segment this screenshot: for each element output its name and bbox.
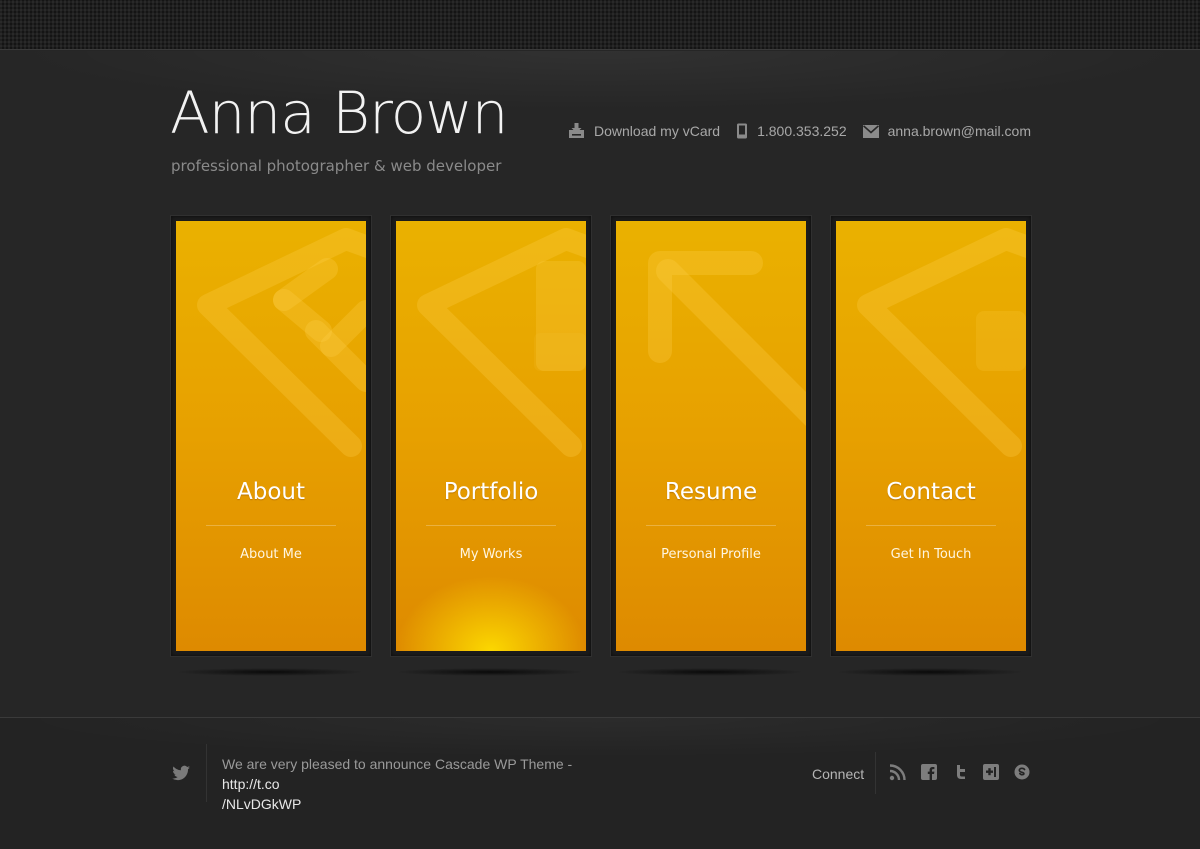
- contact-bar: Download my vCard 1.800.353.252 anna.bro…: [568, 123, 1031, 139]
- tile-resume[interactable]: Resume Personal Profile: [616, 221, 806, 651]
- vcard-label: Download my vCard: [594, 123, 721, 139]
- download-icon: [568, 123, 585, 139]
- email-address: anna.brown@mail.com: [887, 123, 1031, 139]
- latest-tweet: We are very pleased to announce Cascade …: [222, 754, 622, 814]
- footer-glow: [0, 718, 1200, 758]
- tile-subtitle-resume: Personal Profile: [661, 547, 761, 562]
- tile-contact[interactable]: Contact Get In Touch: [836, 221, 1026, 651]
- tile-divider: [646, 525, 776, 526]
- tile-divider: [426, 525, 556, 526]
- tile-shadow: [395, 668, 585, 676]
- footer: We are very pleased to announce Cascade …: [0, 717, 1200, 849]
- phone-icon: [736, 123, 748, 139]
- tweet-link-line2: /NLvDGkWP: [222, 796, 302, 812]
- facebook-icon[interactable]: [920, 763, 938, 781]
- tile-title-contact: Contact: [886, 479, 976, 505]
- phone-number: 1.800.353.252: [757, 123, 847, 139]
- site-tagline: professional photographer & web develope…: [171, 157, 502, 175]
- tweet-link[interactable]: http://t.co/NLvDGkWP: [222, 776, 301, 812]
- rss-icon[interactable]: [889, 763, 907, 781]
- pencil-icon: [197, 228, 366, 457]
- tile-divider: [866, 525, 996, 526]
- tile-frame-portfolio: Portfolio My Works: [390, 215, 592, 657]
- tag-icon: [857, 228, 1026, 457]
- tile-subtitle-about: About Me: [240, 547, 302, 562]
- twitter-icon[interactable]: [951, 763, 969, 781]
- tile-subtitle-contact: Get In Touch: [890, 547, 972, 562]
- tile-shadow: [835, 668, 1025, 676]
- mail-icon: [862, 124, 879, 138]
- tile-subtitle-portfolio: My Works: [459, 547, 523, 562]
- phone-item: 1.800.353.252: [736, 123, 847, 139]
- tile-frame-about: About About Me: [170, 215, 372, 657]
- site-title[interactable]: Anna Brown: [170, 78, 508, 148]
- navigation-tiles: About About Me Portfolio My Works Resume…: [170, 215, 1032, 685]
- tile-portfolio[interactable]: Portfolio My Works: [396, 221, 586, 651]
- tile-shadow: [175, 668, 365, 676]
- email-item[interactable]: anna.brown@mail.com: [862, 123, 1031, 139]
- footer-divider: [875, 752, 876, 794]
- tile-shadow: [615, 668, 805, 676]
- arrow-icon: [648, 251, 806, 426]
- tile-title-about: About: [236, 479, 305, 505]
- twitter-bird-icon: [171, 765, 191, 785]
- connect-label: Connect: [812, 766, 865, 782]
- vcard-download-link[interactable]: Download my vCard: [568, 123, 720, 139]
- tile-title-resume: Resume: [664, 479, 758, 505]
- tweet-link-line1: http://t.co: [222, 776, 280, 792]
- tile-divider: [206, 525, 336, 526]
- footer-divider: [206, 744, 207, 802]
- tweet-body: We are very pleased to announce Cascade …: [222, 756, 573, 772]
- tag-icon: [417, 228, 586, 457]
- social-links: [889, 763, 1031, 781]
- tile-frame-resume: Resume Personal Profile: [610, 215, 812, 657]
- tile-about[interactable]: About About Me: [176, 221, 366, 651]
- google-plus-icon[interactable]: [982, 763, 1000, 781]
- top-texture-bar: [0, 0, 1200, 50]
- tile-title-portfolio: Portfolio: [443, 479, 539, 505]
- tile-frame-contact: Contact Get In Touch: [830, 215, 1032, 657]
- skype-icon[interactable]: [1013, 763, 1031, 781]
